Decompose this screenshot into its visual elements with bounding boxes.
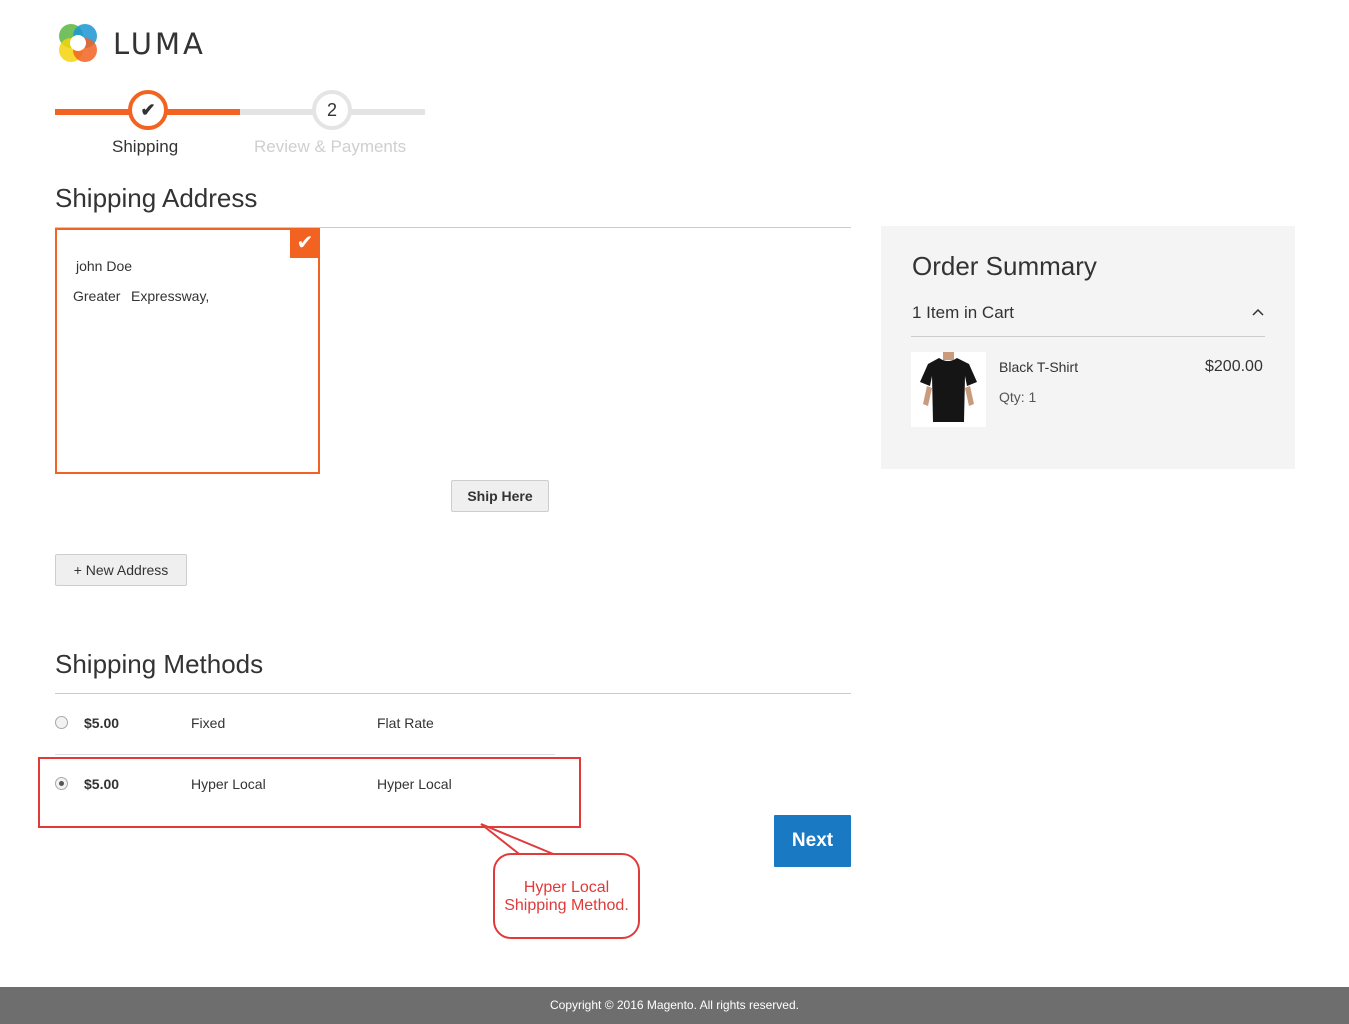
black-tshirt-photo[interactable] [911,352,986,427]
selected-check-icon: ✔ [290,228,320,258]
ship-here-button[interactable]: Ship Here [451,480,549,512]
step-review-label: Review & Payments [254,137,407,156]
flat-rate-method: Fixed [191,715,226,731]
next-button[interactable]: Next [774,815,851,867]
summary-divider [911,336,1265,337]
product-qty: Qty: 1 [999,389,1037,405]
brand-name[interactable]: LUMA [113,27,206,61]
method-row-divider [55,754,555,755]
product-name: Black T-Shirt [999,359,1079,375]
order-summary-title: Order Summary [912,251,1097,281]
items-in-cart-toggle[interactable]: 1 Item in Cart [912,303,1014,323]
step-review-number: 2 [312,90,352,130]
shipping-methods-divider [55,693,851,694]
chevron-up-icon[interactable] [1251,305,1265,319]
selected-address-card[interactable]: ✔ john Doe Greater Expressway, [55,228,320,474]
address-name: john Doe [76,258,133,274]
flat-rate-radio[interactable] [55,716,68,729]
annotation-line-2: Shipping Method. [504,897,629,914]
shipping-methods-title: Shipping Methods [55,649,264,679]
step-shipping-check-icon: ✔ [128,90,168,130]
address-street-1: Greater [73,288,121,304]
product-price: $200.00 [1205,358,1263,375]
annotation-line-1: Hyper Local [523,879,610,896]
footer-copyright: Copyright © 2016 Magento. All rights res… [0,987,1349,1024]
luma-logo-icon[interactable] [55,20,101,66]
annotation-highlight-box [38,757,581,828]
shipping-address-title: Shipping Address [55,183,258,213]
address-street-2: Expressway, [131,288,210,304]
annotation-callout: Hyper Local Shipping Method. [493,853,640,939]
new-address-button[interactable]: + New Address [55,554,187,586]
flat-rate-carrier: Flat Rate [377,715,434,731]
flat-rate-price: $5.00 [84,715,120,731]
step-shipping-label: Shipping [112,137,179,156]
